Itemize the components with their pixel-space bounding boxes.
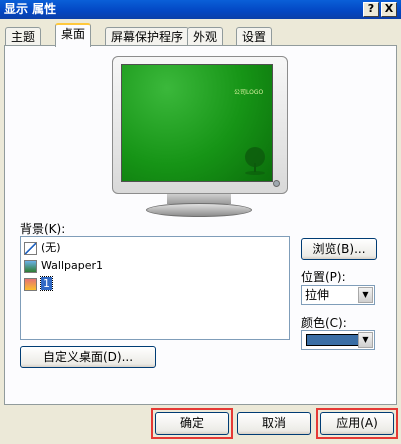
background-label: 背景(K):: [20, 222, 66, 236]
tab-appearance[interactable]: 外观: [187, 27, 224, 46]
position-select[interactable]: 拉伸 ▼: [301, 285, 375, 305]
background-listbox[interactable]: (无) Wallpaper1 1: [20, 236, 290, 340]
tab-settings[interactable]: 设置: [236, 27, 273, 46]
position-label: 位置(P):: [301, 270, 346, 284]
ok-button[interactable]: 确定: [155, 412, 229, 435]
image-file-icon: [24, 259, 37, 273]
customize-desktop-button[interactable]: 自定义桌面(D)...: [20, 346, 156, 368]
monitor-base: [146, 203, 252, 217]
list-item[interactable]: (无): [24, 240, 61, 256]
tab-desktop[interactable]: 桌面: [55, 23, 92, 47]
monitor-case: 公司LOGO: [112, 56, 288, 194]
help-button[interactable]: ?: [363, 2, 379, 17]
desktop-preview-monitor: 公司LOGO: [112, 56, 288, 222]
preview-screen: 公司LOGO: [121, 64, 273, 182]
list-item[interactable]: 1: [24, 276, 53, 292]
cancel-button[interactable]: 取消: [237, 412, 311, 435]
no-wallpaper-icon: [24, 241, 37, 255]
color-label: 颜色(C):: [301, 316, 347, 330]
color-swatch: [306, 334, 361, 346]
preview-logo-text: 公司LOGO: [234, 89, 264, 96]
title-bar: 显示 属性 ? X: [0, 0, 401, 19]
html-file-icon: [24, 277, 37, 291]
color-picker[interactable]: ▼: [301, 330, 375, 350]
browse-button[interactable]: 浏览(B)...: [301, 238, 377, 260]
apply-button[interactable]: 应用(A): [320, 412, 394, 435]
position-value: 拉伸: [305, 288, 330, 302]
close-button[interactable]: X: [381, 2, 397, 17]
tree-logo-icon: [245, 147, 265, 175]
chevron-down-icon[interactable]: ▼: [358, 287, 373, 303]
tab-theme[interactable]: 主题: [5, 27, 42, 46]
chevron-down-icon[interactable]: ▼: [358, 332, 373, 348]
list-item[interactable]: Wallpaper1: [24, 258, 103, 274]
window-title: 显示 属性: [4, 2, 57, 16]
tab-screensaver[interactable]: 屏幕保护程序: [105, 27, 190, 46]
power-led-icon: [273, 180, 280, 187]
